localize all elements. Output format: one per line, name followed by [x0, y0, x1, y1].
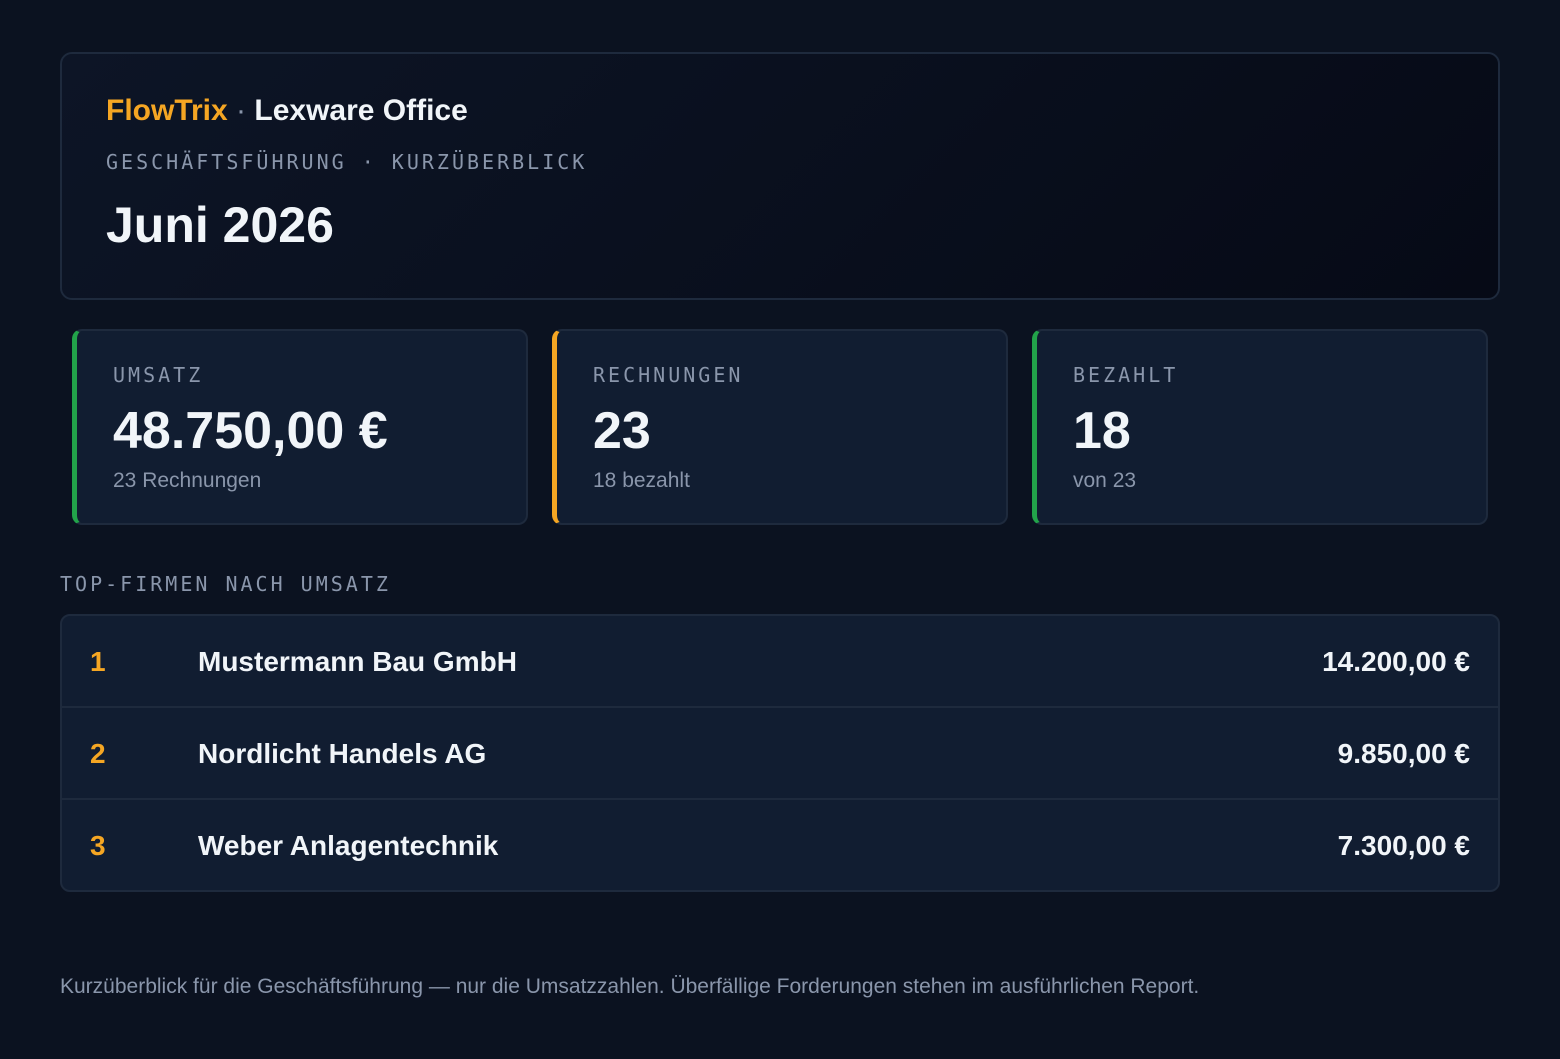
- kpi-label: BEZAHLT: [1073, 363, 1179, 387]
- table-row: 3 Weber Anlagentechnik 7.300,00 €: [62, 800, 1498, 890]
- rank-number: 1: [90, 646, 106, 677]
- kpi-card-bezahlt: BEZAHLT 18 von 23: [1032, 329, 1488, 525]
- company-name: Nordlicht Handels AG: [198, 738, 487, 769]
- rank-number: 3: [90, 830, 106, 861]
- rank-number: 2: [90, 738, 106, 769]
- company-name: Weber Anlagentechnik: [198, 830, 499, 861]
- kpi-value: 48.750,00 €: [113, 402, 388, 460]
- revenue-amount: 7.300,00 €: [1337, 830, 1470, 861]
- header-card: FlowTrix · Lexware Office GESCHÄFTSFÜHRU…: [60, 52, 1500, 300]
- product-name: Lexware Office: [254, 94, 468, 127]
- kpi-subtext: 23 Rechnungen: [113, 469, 262, 492]
- kpi-subtext: von 23: [1073, 469, 1137, 492]
- page-title: Juni 2026: [106, 197, 334, 253]
- ranking-table: 1 Mustermann Bau GmbH 14.200,00 € 2 Nord…: [60, 614, 1500, 892]
- ranking-heading: TOP-FIRMEN NACH UMSATZ: [60, 572, 391, 596]
- company-name: Mustermann Bau GmbH: [198, 646, 517, 677]
- kpi-label: UMSATZ: [113, 363, 204, 387]
- kpi-card-rechnungen: RECHNUNGEN 23 18 bezahlt: [552, 329, 1008, 525]
- brand-separator: ·: [236, 94, 247, 127]
- brand-name: FlowTrix: [106, 94, 228, 127]
- kpi-subtext: 18 bezahlt: [593, 469, 690, 492]
- brand-line: FlowTrix · Lexware Office: [106, 94, 468, 128]
- revenue-amount: 9.850,00 €: [1337, 738, 1470, 769]
- kpi-card-umsatz: UMSATZ 48.750,00 € 23 Rechnungen: [72, 329, 528, 525]
- page-subtitle: GESCHÄFTSFÜHRUNG · KURZÜBERBLICK: [106, 150, 588, 174]
- revenue-amount: 14.200,00 €: [1322, 646, 1470, 677]
- kpi-value: 18: [1073, 402, 1131, 460]
- kpi-value: 23: [593, 402, 651, 460]
- table-row: 2 Nordlicht Handels AG 9.850,00 €: [62, 708, 1498, 800]
- table-row: 1 Mustermann Bau GmbH 14.200,00 €: [62, 616, 1498, 708]
- footer-note: Kurzüberblick für die Geschäftsführung —…: [60, 975, 1200, 998]
- kpi-label: RECHNUNGEN: [593, 363, 744, 387]
